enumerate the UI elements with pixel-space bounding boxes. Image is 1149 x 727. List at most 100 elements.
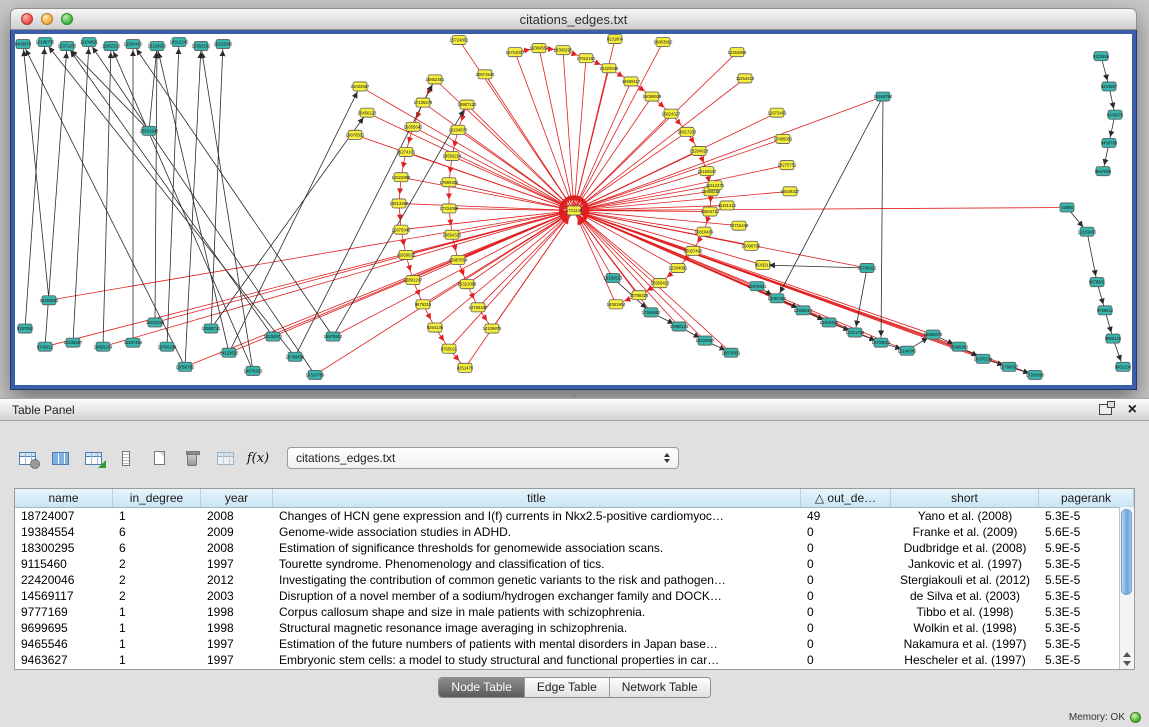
column-header-name[interactable]: name	[15, 489, 113, 507]
graph-node[interactable]: 15987654	[449, 255, 468, 264]
graph-node[interactable]: 16796912	[858, 263, 877, 272]
column-header-title[interactable]: title	[273, 489, 801, 507]
graph-node[interactable]: 13056782	[176, 362, 195, 371]
table-row[interactable]: 946362711997Embryonic stem cells: a mode…	[15, 652, 1134, 668]
graph-node[interactable]: 17456982	[642, 308, 661, 317]
cell-out_degree[interactable]: 0	[801, 540, 891, 556]
cell-out_degree[interactable]: 0	[801, 556, 891, 572]
graph-node[interactable]: 16863910	[654, 38, 673, 47]
cell-title[interactable]: Corpus callosum shape and size in male p…	[273, 604, 801, 620]
graph-node[interactable]: 9234567	[1101, 82, 1118, 91]
graph-node[interactable]: 11104821	[80, 38, 99, 47]
graph-node[interactable]: 17890456	[440, 178, 459, 187]
column-header-short[interactable]: short	[891, 489, 1039, 507]
graph-node[interactable]: 18678901	[722, 348, 741, 357]
cell-year[interactable]: 1997	[201, 636, 273, 652]
table-selector-dropdown[interactable]: citations_edges.txt	[287, 447, 679, 469]
cell-in_degree[interactable]: 6	[113, 540, 201, 556]
cell-title[interactable]: Disruption of a novel member of a sodium…	[273, 588, 801, 604]
graph-node[interactable]: 15966901	[950, 342, 969, 351]
graph-node[interactable]: 14569117	[622, 77, 641, 86]
table-row[interactable]: 1938455462009Genome-wide association stu…	[15, 524, 1134, 540]
graph-node[interactable]: 12103465	[1078, 227, 1097, 236]
graph-node[interactable]: 17234098	[440, 204, 459, 213]
graph-node[interactable]: 10196735	[36, 38, 55, 47]
graph-node[interactable]: 10891247	[404, 276, 423, 285]
graph-node[interactable]: 18549327	[781, 187, 800, 196]
graph-node[interactable]: 18234567	[696, 336, 715, 345]
graph-node[interactable]: 16232042	[214, 40, 233, 49]
graph-node[interactable]: 15144345	[898, 346, 917, 355]
scroll-up-icon[interactable]	[1123, 652, 1131, 657]
graph-node[interactable]: 10788328	[630, 291, 649, 300]
close-panel-icon[interactable]	[1128, 403, 1137, 417]
table-row[interactable]: 2242004622012Investigating the contribut…	[15, 572, 1134, 588]
tab-node-table[interactable]: Node Table	[439, 678, 525, 697]
table-row[interactable]: 977716911998Corpus callosum shape and si…	[15, 604, 1134, 620]
graph-node[interactable]: 9456789	[1101, 138, 1118, 147]
column-header-pagerank[interactable]: pagerank	[1039, 489, 1134, 507]
cell-year[interactable]: 2008	[201, 508, 273, 524]
graph-node[interactable]: 19448794	[874, 92, 893, 101]
graph-node[interactable]: 9567890	[1095, 167, 1112, 176]
graph-node[interactable]: 18852461	[426, 75, 445, 84]
graph-node[interactable]: 18381904	[607, 300, 626, 309]
graph-node[interactable]: 21034987	[351, 82, 370, 91]
cell-year[interactable]: 1997	[201, 556, 273, 572]
cell-title[interactable]: Estimation of significance thresholds fo…	[273, 540, 801, 556]
graph-node[interactable]: 15321098	[458, 280, 477, 289]
graph-node[interactable]: 16324789	[306, 370, 325, 379]
graph-node[interactable]: 14512245	[170, 38, 189, 47]
cell-short[interactable]: Tibbo et al. (1998)	[891, 604, 1039, 620]
graph-node[interactable]: 12504410	[124, 40, 143, 49]
graph-node[interactable]: 15824327	[662, 109, 681, 118]
tab-edge-table[interactable]: Edge Table	[525, 678, 610, 697]
cell-name[interactable]: 9777169	[15, 604, 113, 620]
graph-node[interactable]: 10098765	[742, 241, 761, 250]
graph-node[interactable]: 15302102	[192, 42, 211, 51]
memory-indicator-icon[interactable]	[1130, 712, 1141, 723]
graph-node[interactable]: 9345678	[1107, 110, 1124, 119]
graph-node[interactable]: 15555678	[924, 330, 943, 339]
graph-node[interactable]: 13498213	[794, 306, 813, 315]
graph-node[interactable]: 9875310	[415, 300, 432, 309]
cell-in_degree[interactable]: 1	[113, 508, 201, 524]
cell-out_degree[interactable]: 0	[801, 572, 891, 588]
graph-node[interactable]: 14321789	[846, 328, 865, 337]
graph-node[interactable]: 9745912	[37, 342, 54, 351]
graph-node[interactable]: 14678203	[244, 366, 263, 375]
graph-node[interactable]: 15724801	[450, 36, 469, 45]
graph-node[interactable]: 15789456	[286, 352, 305, 361]
graph-node[interactable]: 19234870	[449, 125, 468, 134]
table-row[interactable]: 946554611997Estimation of the future num…	[15, 636, 1134, 652]
row-tools-icon[interactable]	[113, 446, 139, 470]
table-row[interactable]: 1456911722003Disruption of a novel membe…	[15, 588, 1134, 604]
graph-node[interactable]: 16378234	[974, 354, 993, 363]
vertical-scrollbar[interactable]	[1119, 507, 1134, 669]
cell-short[interactable]: Dudbridge et al. (2008)	[891, 540, 1039, 556]
graph-node[interactable]: 20456123	[358, 108, 377, 117]
table-options-icon[interactable]	[14, 446, 40, 470]
cell-out_degree[interactable]: 0	[801, 620, 891, 636]
cell-name[interactable]: 9115460	[15, 556, 113, 572]
graph-node[interactable]: 14765432	[469, 303, 488, 312]
cell-out_degree[interactable]: 0	[801, 604, 891, 620]
graph-node[interactable]: 10371203	[58, 42, 77, 51]
graph-node[interactable]: 9409679	[15, 40, 32, 49]
cell-year[interactable]: 2008	[201, 540, 273, 556]
graph-node[interactable]: 13598741	[202, 324, 221, 333]
graph-node[interactable]: 12675901	[748, 282, 767, 291]
float-panel-icon[interactable]	[1099, 404, 1112, 415]
graph-node[interactable]: 19384554	[530, 44, 549, 53]
cell-title[interactable]: Investigating the contribution of common…	[273, 572, 801, 588]
cell-in_degree[interactable]: 6	[113, 524, 201, 540]
graph-node[interactable]: 16955413	[651, 279, 670, 288]
graph-node[interactable]: 15234871	[264, 332, 283, 341]
graph-node[interactable]: 9187852	[17, 324, 34, 333]
graph-node[interactable]: 10859234	[94, 342, 113, 351]
cell-title[interactable]: Genome-wide association studies in ADHD.	[273, 524, 801, 540]
graph-node[interactable]: 20871543	[476, 70, 495, 79]
scroll-down-icon[interactable]	[1123, 661, 1131, 666]
graph-node[interactable]: 17915160	[577, 54, 596, 63]
create-table-icon[interactable]	[146, 446, 172, 470]
